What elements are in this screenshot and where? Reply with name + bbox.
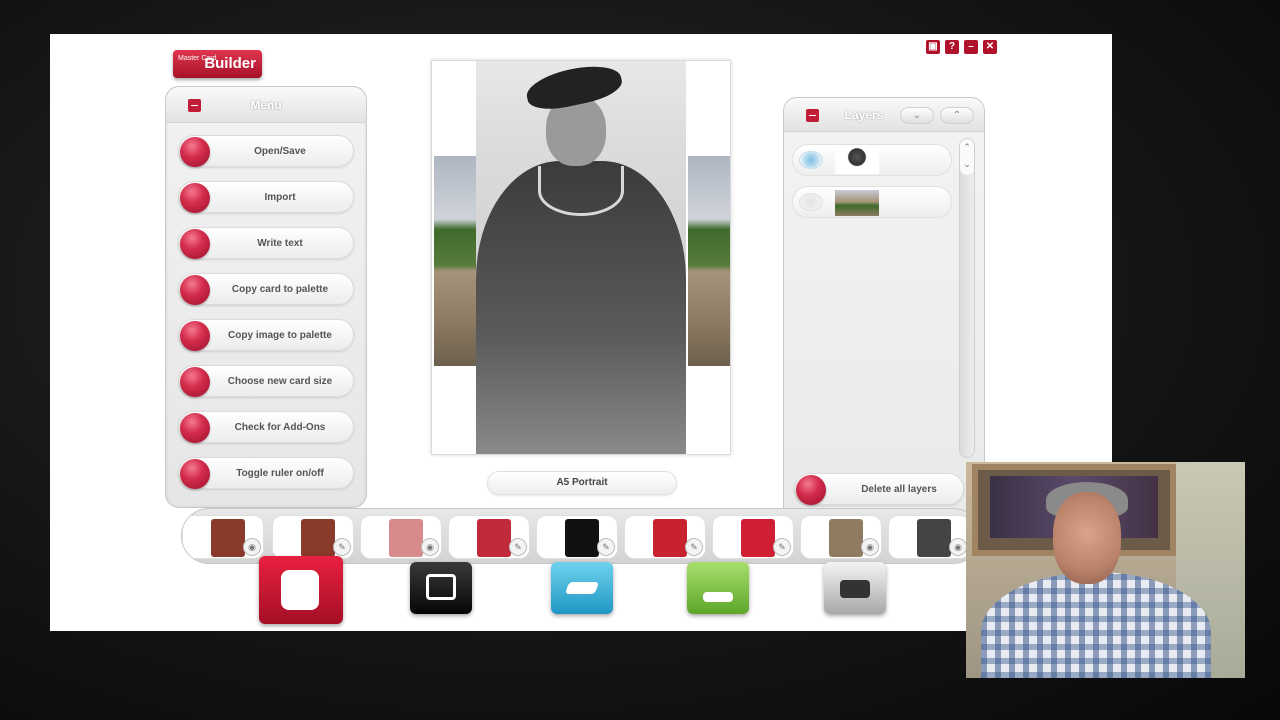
orb-icon	[180, 459, 210, 489]
master-card-builder-logo: Master Card Builder	[173, 50, 262, 78]
orb-icon	[180, 229, 210, 259]
pencil-icon: ✎	[333, 538, 351, 556]
eye-icon[interactable]	[799, 193, 823, 211]
palette-item[interactable]: ✎	[272, 515, 354, 559]
screen-icon[interactable]: ▣	[926, 40, 940, 54]
brush-tool-button[interactable]	[551, 562, 613, 614]
window-controls: ▣ ? – ✕	[926, 40, 997, 54]
printer-icon	[840, 580, 870, 598]
orb-icon	[180, 183, 210, 213]
open-save-button[interactable]: Open/Save	[178, 135, 354, 167]
palette-item[interactable]: ✎	[712, 515, 794, 559]
pencil-icon: ✎	[685, 538, 703, 556]
palette-item[interactable]: ◉	[888, 515, 970, 559]
orb-icon	[180, 367, 210, 397]
menu-item-label: Write text	[257, 238, 303, 249]
card-canvas[interactable]	[431, 60, 731, 455]
layers-header: Layers ⌄ ⌃	[784, 98, 984, 132]
palette-item[interactable]: ◉	[360, 515, 442, 559]
toggle-ruler-button[interactable]: Toggle ruler on/off	[178, 457, 354, 489]
camera-icon: ◉	[243, 538, 261, 556]
orb-icon	[796, 475, 826, 505]
card-builder-app: Master Card Builder ▣ ? – ✕ Menu Open/Sa…	[50, 34, 1112, 631]
camera-icon: ◉	[861, 538, 879, 556]
palette-thumbnail	[389, 519, 423, 557]
palette-thumbnail	[565, 519, 599, 557]
copy-image-to-palette-button[interactable]: Copy image to palette	[178, 319, 354, 351]
menu-item-label: Open/Save	[254, 146, 306, 157]
palette-thumbnail	[211, 519, 245, 557]
orb-icon	[180, 413, 210, 443]
choose-new-card-size-button[interactable]: Choose new card size	[178, 365, 354, 397]
layers-scrollbar[interactable]: ⌃ ⌄	[959, 138, 975, 458]
help-icon[interactable]: ?	[945, 40, 959, 54]
card-size-label[interactable]: A5 Portrait	[487, 471, 677, 495]
menu-item-label: Check for Add-Ons	[234, 422, 326, 433]
frame-icon	[426, 574, 456, 600]
check-for-addons-button[interactable]: Check for Add-Ons	[178, 411, 354, 443]
orb-icon	[180, 137, 210, 167]
webcam-overlay	[966, 462, 1245, 678]
menu-title: Menu	[250, 98, 282, 112]
print-tool-button[interactable]	[824, 562, 886, 614]
menu-item-label: Copy card to palette	[231, 284, 329, 295]
palette-item[interactable]: ✎	[448, 515, 530, 559]
boy-collar	[538, 166, 624, 216]
palette-item[interactable]: ✎	[624, 515, 706, 559]
palette-thumbnail	[301, 519, 335, 557]
menu-panel: Menu Open/Save Import Write text Copy ca…	[165, 86, 367, 508]
card-icon	[281, 570, 319, 610]
palette-thumbnail	[741, 519, 775, 557]
layer-item-tower[interactable]	[792, 186, 952, 218]
layer-down-button[interactable]: ⌄	[900, 107, 934, 124]
minimize-icon[interactable]: –	[964, 40, 978, 54]
card-tool-button[interactable]	[259, 556, 343, 624]
menu-item-label: Copy image to palette	[228, 330, 332, 341]
palette-thumbnail	[653, 519, 687, 557]
camera-icon: ◉	[949, 538, 967, 556]
delete-all-layers-label: Delete all layers	[861, 484, 937, 495]
pencil-icon: ✎	[773, 538, 791, 556]
orb-icon	[180, 275, 210, 305]
frame-tool-button[interactable]	[410, 562, 472, 614]
pencil-icon: ✎	[597, 538, 615, 556]
menu-item-label: Toggle ruler on/off	[236, 468, 324, 479]
stamp-icon	[703, 592, 733, 602]
palette-thumbnail	[917, 519, 951, 557]
palette-item[interactable]: ◉	[800, 515, 882, 559]
write-text-button[interactable]: Write text	[178, 227, 354, 259]
layer-item-sailor[interactable]	[792, 144, 952, 176]
menu-header: Menu	[166, 87, 366, 123]
camera-icon: ◉	[421, 538, 439, 556]
logo-small-text: Master Card	[178, 55, 217, 62]
brush-icon	[564, 582, 600, 594]
layer-thumbnail	[835, 148, 879, 174]
copy-card-to-palette-button[interactable]: Copy card to palette	[178, 273, 354, 305]
palette-thumbnail	[829, 519, 863, 557]
tower-background-right	[688, 156, 730, 366]
layer-up-button[interactable]: ⌃	[940, 107, 974, 124]
menu-item-label: Choose new card size	[227, 376, 333, 387]
palette-item[interactable]: ◉	[182, 515, 264, 559]
scroll-arrows-icon[interactable]: ⌃ ⌄	[960, 139, 974, 175]
eye-icon[interactable]	[799, 151, 823, 169]
palette-item[interactable]: ✎	[536, 515, 618, 559]
tower-background-left	[434, 156, 476, 366]
orb-icon	[180, 321, 210, 351]
palette-thumbnail	[477, 519, 511, 557]
layer-thumbnail	[835, 190, 879, 216]
delete-all-layers-button[interactable]: Delete all layers	[794, 473, 964, 505]
pencil-icon: ✎	[509, 538, 527, 556]
close-icon[interactable]: ✕	[983, 40, 997, 54]
presenter-face	[1053, 492, 1121, 584]
sailor-boy-photo[interactable]	[476, 61, 686, 454]
import-button[interactable]: Import	[178, 181, 354, 213]
stamp-tool-button[interactable]	[687, 562, 749, 614]
menu-item-label: Import	[264, 192, 296, 203]
layers-panel: Layers ⌄ ⌃ ⌃ ⌄ Delete all layers	[783, 97, 985, 525]
